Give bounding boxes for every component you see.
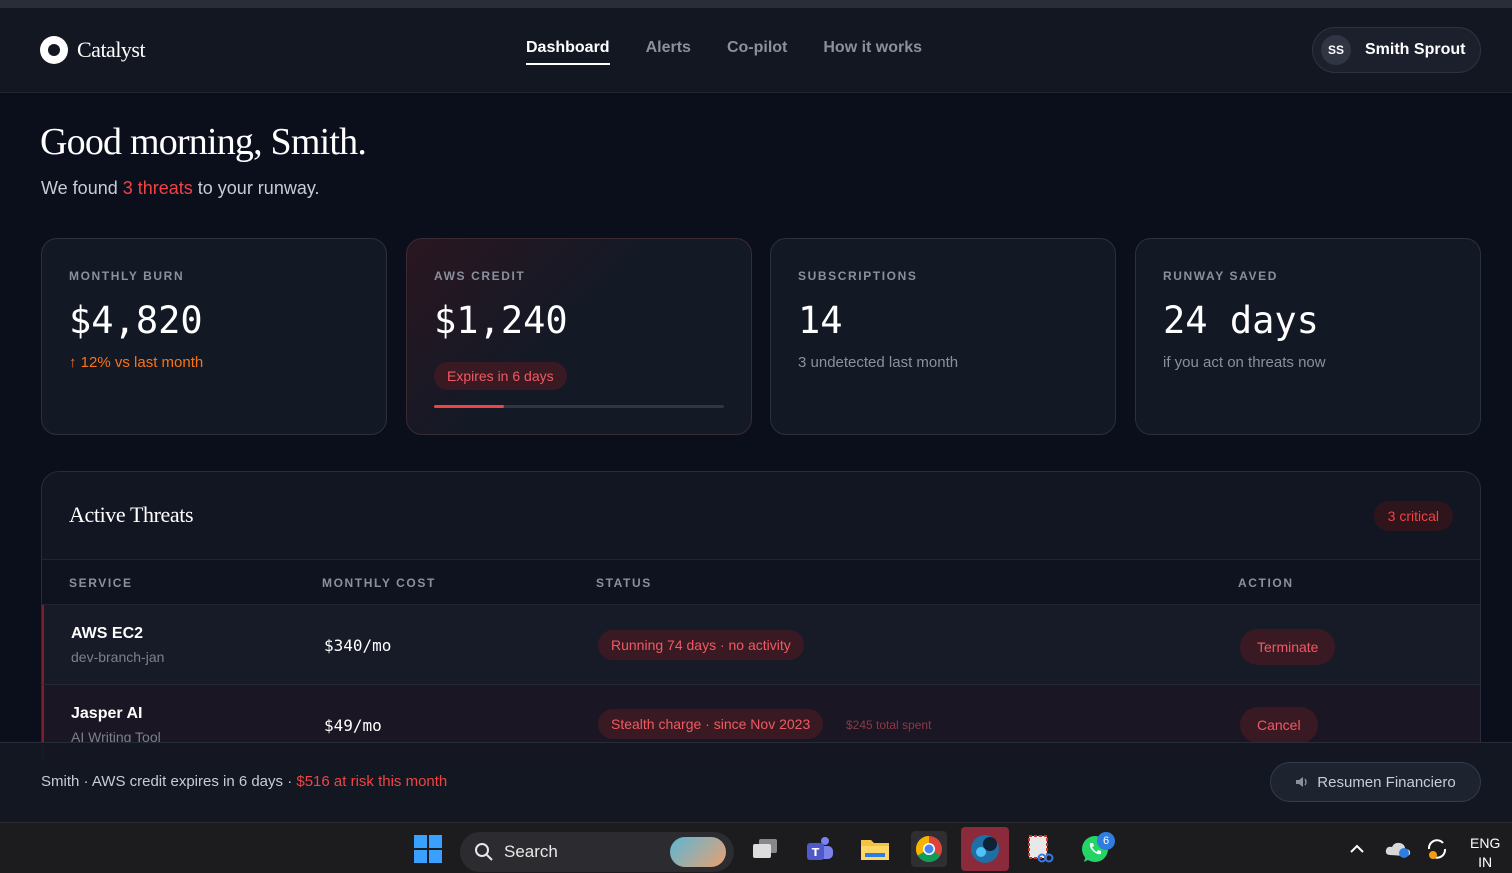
- summary-suffix: to your runway.: [192, 178, 320, 198]
- table-header: SERVICE MONTHLY COST STATUS ACTION: [42, 559, 1480, 605]
- column-header-action: ACTION: [1238, 576, 1294, 590]
- card-trend: ↑ 12% vs last month: [69, 354, 204, 371]
- card-value: $4,820: [69, 299, 203, 342]
- threat-summary: We found 3 threats to your runway.: [41, 178, 320, 199]
- service-detail: dev-branch-jan: [71, 649, 165, 665]
- notification-count-badge: 6: [1097, 832, 1115, 850]
- search-icon: [475, 843, 493, 861]
- card-value: 24 days: [1163, 299, 1319, 342]
- column-header-status: STATUS: [596, 576, 652, 590]
- top-nav: Catalyst Dashboard Alerts Co-pilot How i…: [0, 8, 1512, 93]
- window-top-strip: [0, 0, 1512, 8]
- teams-icon[interactable]: T: [802, 831, 838, 867]
- card-label: RUNWAY SAVED: [1163, 269, 1279, 283]
- monthly-burn-card: MONTHLY BURN $4,820 ↑ 12% vs last month: [41, 238, 387, 435]
- active-threats-panel: Active Threats 3 critical SERVICE MONTHL…: [41, 471, 1481, 771]
- avatar: SS: [1321, 35, 1351, 65]
- chevron-up-icon[interactable]: [1339, 831, 1375, 867]
- page-title: Good morning, Smith.: [40, 121, 367, 163]
- service-name: Jasper AI: [71, 705, 143, 722]
- nav-links: Dashboard Alerts Co-pilot How it works: [526, 39, 958, 65]
- aws-credit-card: AWS CREDIT $1,240 Expires in 6 days: [406, 238, 752, 435]
- nav-alerts[interactable]: Alerts: [646, 39, 691, 65]
- chrome-icon[interactable]: [911, 831, 947, 867]
- search-highlight-icon: [670, 837, 726, 867]
- table-row: AWS EC2 dev-branch-jan $340/mo Running 7…: [42, 605, 1480, 685]
- column-header-cost: MONTHLY COST: [322, 576, 436, 590]
- onedrive-icon[interactable]: [1380, 831, 1416, 867]
- speaker-icon: [1296, 777, 1307, 787]
- logo[interactable]: Catalyst: [40, 36, 146, 64]
- button-label: Resumen Financiero: [1317, 773, 1456, 791]
- subscriptions-card: SUBSCRIPTIONS 14 3 undetected last month: [770, 238, 1116, 435]
- svg-text:T: T: [812, 846, 820, 859]
- monthly-cost: $340/mo: [324, 636, 392, 655]
- file-explorer-icon[interactable]: [857, 831, 893, 867]
- credit-progress-fill: [434, 405, 504, 408]
- alert-message: Smith · AWS credit expires in 6 days ·: [41, 773, 297, 790]
- sync-icon[interactable]: [1420, 831, 1456, 867]
- credit-progress-bar: [434, 405, 724, 408]
- terminate-button[interactable]: Terminate: [1240, 629, 1336, 665]
- critical-count-badge: 3 critical: [1373, 501, 1453, 531]
- card-label: AWS CREDIT: [434, 269, 526, 283]
- total-spent-note: $245 total spent: [846, 718, 932, 732]
- nav-how-it-works[interactable]: How it works: [823, 39, 922, 65]
- nav-dashboard[interactable]: Dashboard: [526, 39, 610, 65]
- alert-bottom-bar: Smith · AWS credit expires in 6 days · $…: [0, 742, 1512, 822]
- service-name: AWS EC2: [71, 625, 144, 642]
- risk-amount: $516 at risk this month: [296, 773, 448, 790]
- financial-summary-button[interactable]: Resumen Financiero: [1270, 762, 1481, 802]
- task-view-icon[interactable]: [747, 831, 783, 867]
- taskbar-search[interactable]: Search: [460, 832, 734, 872]
- language-label: ENG: [1470, 835, 1501, 851]
- card-label: MONTHLY BURN: [69, 269, 185, 283]
- app-name: Catalyst: [77, 37, 146, 62]
- status-badge: Stealth charge · since Nov 2023: [598, 709, 824, 739]
- language-indicator[interactable]: ENG IN: [1470, 834, 1500, 872]
- user-name: Smith Sprout: [1365, 41, 1466, 58]
- card-label: SUBSCRIPTIONS: [798, 269, 918, 283]
- card-sub: if you act on threats now: [1163, 354, 1326, 371]
- windows-start-icon[interactable]: [410, 831, 446, 867]
- expiry-badge: Expires in 6 days: [434, 362, 567, 390]
- nav-copilot[interactable]: Co-pilot: [727, 39, 787, 65]
- snipping-tool-icon[interactable]: [1022, 831, 1058, 867]
- search-label: Search: [504, 842, 558, 861]
- monthly-cost: $49/mo: [324, 716, 382, 735]
- windows-taskbar: Search T ENG IN: [0, 822, 1512, 873]
- cancel-button[interactable]: Cancel: [1240, 707, 1318, 743]
- user-menu-button[interactable]: SS Smith Sprout: [1312, 27, 1481, 73]
- panel-title: Active Threats: [69, 502, 194, 527]
- active-app-icon[interactable]: [961, 827, 1009, 871]
- card-sub: 3 undetected last month: [798, 354, 959, 371]
- status-badge: Running 74 days · no activity: [598, 630, 804, 660]
- threat-count: 3 threats: [122, 178, 193, 198]
- card-value: 14: [798, 299, 843, 342]
- runway-saved-card: RUNWAY SAVED 24 days if you act on threa…: [1135, 238, 1481, 435]
- summary-prefix: We found: [41, 178, 123, 198]
- catalyst-logo-icon: [40, 36, 68, 64]
- column-header-service: SERVICE: [69, 576, 133, 590]
- card-value: $1,240: [434, 299, 568, 342]
- region-label: IN: [1478, 854, 1493, 870]
- alert-text: Smith · AWS credit expires in 6 days · $…: [41, 773, 447, 790]
